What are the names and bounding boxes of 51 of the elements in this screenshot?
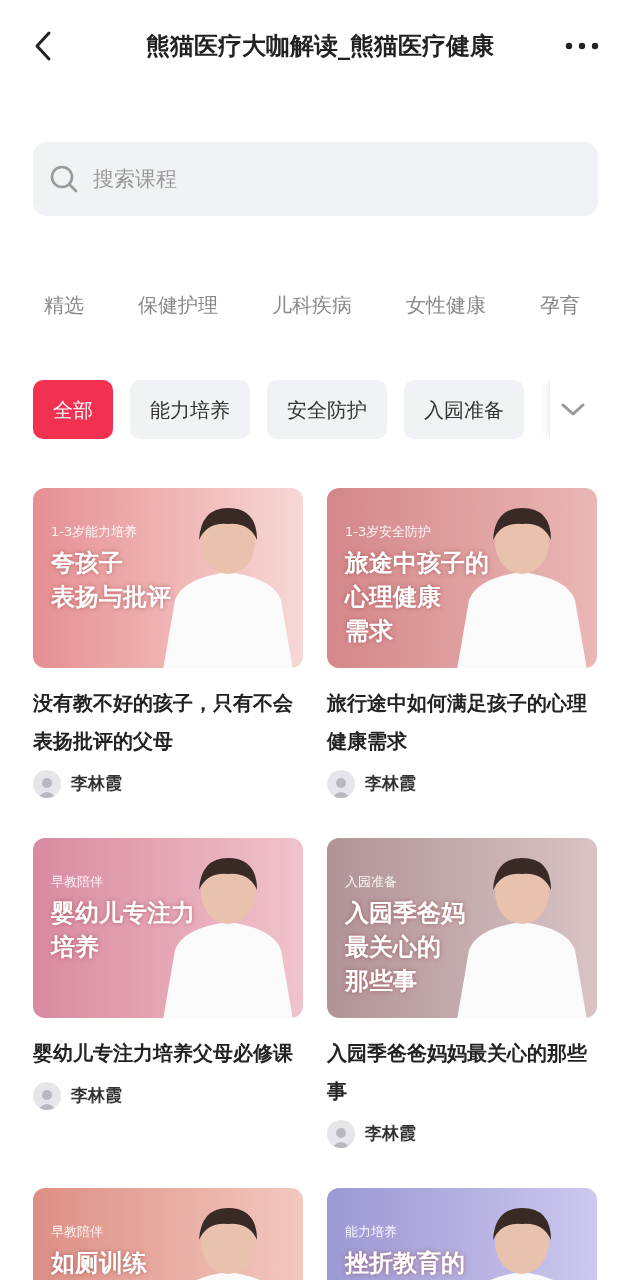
thumbnail-title: 需求 [345, 615, 393, 647]
more-icon [565, 42, 599, 50]
thumbnail-title: 夸孩子 [51, 547, 123, 579]
thumbnail-tag: 能力培养 [345, 1222, 397, 1242]
category-tab[interactable]: 女性健康 [406, 290, 486, 320]
thumbnail-title: 旅途中孩子的 [345, 547, 489, 579]
author-name: 李林霞 [71, 772, 122, 796]
thumbnail-tag: 1-3岁能力培养 [51, 522, 138, 542]
category-tab[interactable]: 精选 [44, 290, 84, 320]
thumbnail-title: 如厕训练 [51, 1247, 147, 1279]
filter-chip[interactable]: 安全防护 [267, 380, 387, 439]
thumbnail-title: 婴幼儿专注力 [51, 897, 195, 929]
author-name: 李林霞 [71, 1084, 122, 1108]
thumbnail-title: 那些事 [345, 965, 417, 997]
thumbnail-title: 入园季爸妈 [345, 897, 465, 929]
thumbnail-tag: 1-3岁安全防护 [345, 522, 432, 542]
course-thumbnail[interactable]: 能力培养 挫折教育的 [327, 1188, 597, 1280]
back-icon [34, 30, 52, 62]
course-title[interactable]: 婴幼儿专注力培养父母必修课 [33, 1034, 303, 1072]
thumbnail-tag: 早教陪伴 [51, 1222, 103, 1242]
avatar-silhouette-icon [331, 776, 351, 798]
author-name: 李林霞 [365, 1122, 416, 1146]
filter-chip[interactable]: 全部 [33, 380, 113, 439]
course-thumbnail[interactable]: 1-3岁能力培养 夸孩子 表扬与批评 [33, 488, 303, 668]
thumbnail-title: 心理健康 [345, 581, 441, 613]
filter-chip[interactable]: 入园准备 [404, 380, 524, 439]
thumbnail-title: 培养 [51, 931, 99, 963]
category-tab[interactable]: 保健护理 [138, 290, 218, 320]
category-tab[interactable]: 儿科疾病 [272, 290, 352, 320]
thumbnail-title: 最关心的 [345, 931, 441, 963]
course-title[interactable]: 入园季爸爸妈妈最关心的那些事 [327, 1034, 597, 1110]
avatar-silhouette-icon [331, 1126, 351, 1148]
thumbnail-tag: 早教陪伴 [51, 872, 103, 892]
page-title: 熊猫医疗大咖解读_熊猫医疗健康 [146, 31, 494, 62]
thumbnail-title: 表扬与批评 [51, 581, 171, 613]
course-thumbnail[interactable]: 早教陪伴 如厕训练 [33, 1188, 303, 1280]
course-thumbnail[interactable]: 早教陪伴 婴幼儿专注力 培养 [33, 838, 303, 1018]
search-icon [49, 164, 79, 194]
course-thumbnail[interactable]: 1-3岁安全防护 旅途中孩子的 心理健康 需求 [327, 488, 597, 668]
avatar-silhouette-icon [37, 776, 57, 798]
chevron-down-icon [560, 402, 585, 417]
course-title[interactable]: 旅行途中如何满足孩子的心理健康需求 [327, 684, 597, 760]
search-field[interactable]: 搜索课程 [33, 142, 598, 216]
category-tab[interactable]: 孕育 [540, 290, 580, 320]
thumbnail-tag: 入园准备 [345, 872, 397, 892]
author-name: 李林霞 [365, 772, 416, 796]
avatar-silhouette-icon [37, 1088, 57, 1110]
course-thumbnail[interactable]: 入园准备 入园季爸妈 最关心的 那些事 [327, 838, 597, 1018]
course-title[interactable]: 没有教不好的孩子，只有不会表扬批评的父母 [33, 684, 303, 760]
thumbnail-title: 挫折教育的 [345, 1247, 465, 1279]
filter-chip[interactable]: 能力培养 [130, 380, 250, 439]
